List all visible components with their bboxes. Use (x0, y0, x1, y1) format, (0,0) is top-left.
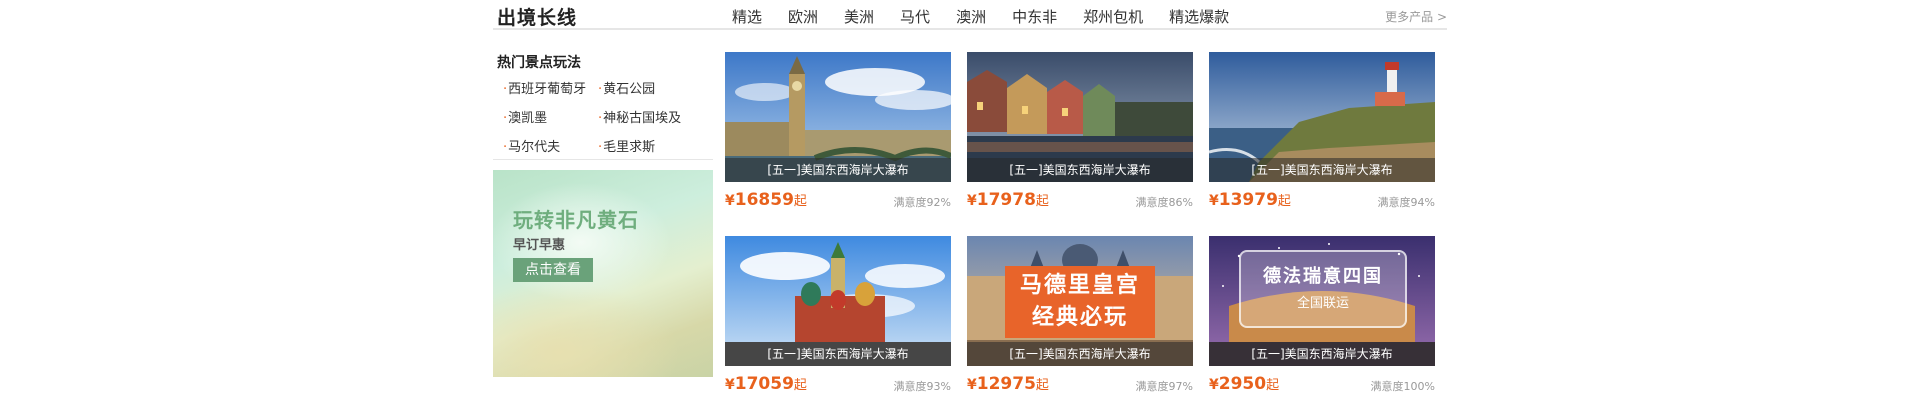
product-price: ¥13979起 (1209, 190, 1291, 210)
satisfaction-rate: 满意度97% (1135, 380, 1193, 393)
nav-tab-middle-east-africa[interactable]: 中东非 (1012, 6, 1057, 27)
price-unit: 起 (1035, 378, 1049, 393)
hot-link-aus-nz-mexico[interactable]: 澳凯墨 (503, 107, 598, 126)
nav-tab-europe[interactable]: 欧洲 (788, 6, 818, 27)
product-price: ¥12975起 (967, 374, 1049, 394)
hot-attractions-list: 西班牙葡萄牙 黄石公园 澳凯墨 神秘古国埃及 马尔代夫 毛里求斯 (503, 78, 713, 155)
section-title: 出境长线 (497, 7, 578, 29)
nav-tab-maldives[interactable]: 马代 (900, 6, 930, 27)
overlay-line-2: 全国联运 (1296, 296, 1349, 311)
price-value: 2950 (1218, 374, 1267, 394)
price-unit: 起 (1266, 378, 1280, 393)
price-currency: ¥ (1209, 377, 1219, 393)
product-image[interactable]: [五一]美国东西海岸大瀑布 (1209, 52, 1435, 182)
product-title[interactable]: [五一]美国东西海岸大瀑布 (725, 158, 951, 182)
product-price: ¥2950起 (1209, 374, 1279, 394)
price-unit: 起 (793, 194, 807, 209)
yellowstone-promo-banner[interactable]: 玩转非凡黄石 早订早惠 点击查看 (493, 170, 713, 377)
promo-title: 玩转非凡黄石 (513, 208, 639, 232)
overlay-line-1: 德法瑞意四国 (1263, 266, 1383, 287)
overlay-line-2: 经典必玩 (1031, 305, 1128, 330)
product-title[interactable]: [五一]美国东西海岸大瀑布 (967, 158, 1193, 182)
price-unit: 起 (1035, 194, 1049, 209)
hot-link-egypt[interactable]: 神秘古国埃及 (598, 107, 708, 126)
product-title[interactable]: [五一]美国东西海岸大瀑布 (1209, 342, 1435, 366)
satisfaction-rate: 满意度94% (1377, 196, 1435, 209)
product-image[interactable]: [五一]美国东西海岸大瀑布 (725, 52, 951, 182)
product-price: ¥17059起 (725, 374, 807, 394)
long-haul-section: 出境长线 精选 欧洲 美洲 马代 澳洲 中东非 郑州包机 精选爆款 更多产品 >… (493, 0, 1447, 401)
price-currency: ¥ (725, 193, 735, 209)
price-value: 17978 (976, 190, 1036, 210)
product-image[interactable]: [五一]美国东西海岸大瀑布 (725, 236, 951, 366)
product-price: ¥17978起 (967, 190, 1049, 210)
satisfaction-rate: 满意度100% (1370, 380, 1435, 393)
image-overlay-banner: 马德里皇宫 经典必玩 (1005, 266, 1155, 338)
nav-tab-zhengzhou-charter[interactable]: 郑州包机 (1083, 6, 1143, 27)
nav-tab-hot-deals[interactable]: 精选爆款 (1169, 6, 1229, 27)
section-header: 出境长线 精选 欧洲 美洲 马代 澳洲 中东非 郑州包机 精选爆款 更多产品 > (493, 0, 1447, 30)
product-title[interactable]: [五一]美国东西海岸大瀑布 (725, 342, 951, 366)
price-currency: ¥ (1209, 193, 1219, 209)
product-price: ¥16859起 (725, 190, 807, 210)
promo-subtitle: 早订早惠 (513, 238, 566, 253)
product-title[interactable]: [五一]美国东西海岸大瀑布 (967, 342, 1193, 366)
satisfaction-rate: 满意度92% (893, 196, 951, 209)
product-image[interactable]: 德法瑞意四国 全国联运 [五一]美国东西海岸大瀑布 (1209, 236, 1435, 366)
hot-link-spain-portugal[interactable]: 西班牙葡萄牙 (503, 78, 598, 97)
price-unit: 起 (793, 378, 807, 393)
product-image[interactable]: 马德里皇宫 经典必玩 [五一]美国东西海岸大瀑布 (967, 236, 1193, 366)
price-value: 13979 (1218, 190, 1278, 210)
price-currency: ¥ (725, 377, 735, 393)
category-nav: 精选 欧洲 美洲 马代 澳洲 中东非 郑州包机 精选爆款 (732, 6, 1255, 27)
price-value: 17059 (734, 374, 794, 394)
satisfaction-rate: 满意度86% (1135, 196, 1193, 209)
price-currency: ¥ (967, 377, 977, 393)
hot-link-yellowstone[interactable]: 黄石公园 (598, 78, 708, 97)
nav-tab-australia[interactable]: 澳洲 (956, 6, 986, 27)
hot-attractions-title: 热门景点玩法 (497, 55, 581, 71)
overlay-line-1: 马德里皇宫 (1019, 273, 1140, 298)
price-unit: 起 (1277, 194, 1291, 209)
image-overlay-glass: 德法瑞意四国 全国联运 (1239, 250, 1407, 328)
product-image[interactable]: [五一]美国东西海岸大瀑布 (967, 52, 1193, 182)
nav-tab-featured[interactable]: 精选 (732, 6, 762, 27)
nav-tab-americas[interactable]: 美洲 (844, 6, 874, 27)
hot-link-maldives[interactable]: 马尔代夫 (503, 136, 598, 155)
satisfaction-rate: 满意度93% (893, 380, 951, 393)
price-value: 12975 (976, 374, 1036, 394)
promo-view-button[interactable]: 点击查看 (513, 258, 593, 282)
price-currency: ¥ (967, 193, 977, 209)
product-title[interactable]: [五一]美国东西海岸大瀑布 (1209, 158, 1435, 182)
hot-link-mauritius[interactable]: 毛里求斯 (598, 136, 708, 155)
hot-attractions: 热门景点玩法 西班牙葡萄牙 黄石公园 澳凯墨 神秘古国埃及 马尔代夫 毛里求斯 (493, 48, 713, 160)
more-products-link[interactable]: 更多产品 > (1385, 8, 1447, 25)
price-value: 16859 (734, 190, 794, 210)
